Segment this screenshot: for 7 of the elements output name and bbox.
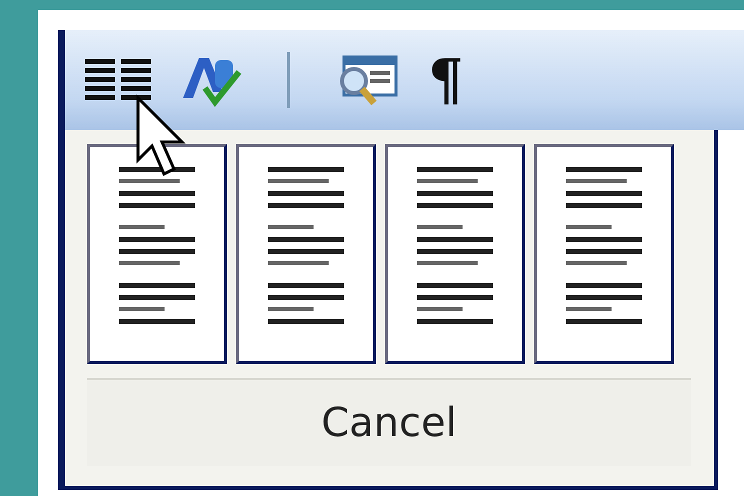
column-option[interactable] <box>385 144 525 364</box>
show-formatting-button[interactable]: ¶ <box>424 47 468 113</box>
cancel-button[interactable]: Cancel <box>87 378 691 466</box>
column-option[interactable] <box>236 144 376 364</box>
column-option[interactable] <box>87 144 227 364</box>
toolbar-separator <box>287 52 290 108</box>
column-option[interactable] <box>534 144 674 364</box>
